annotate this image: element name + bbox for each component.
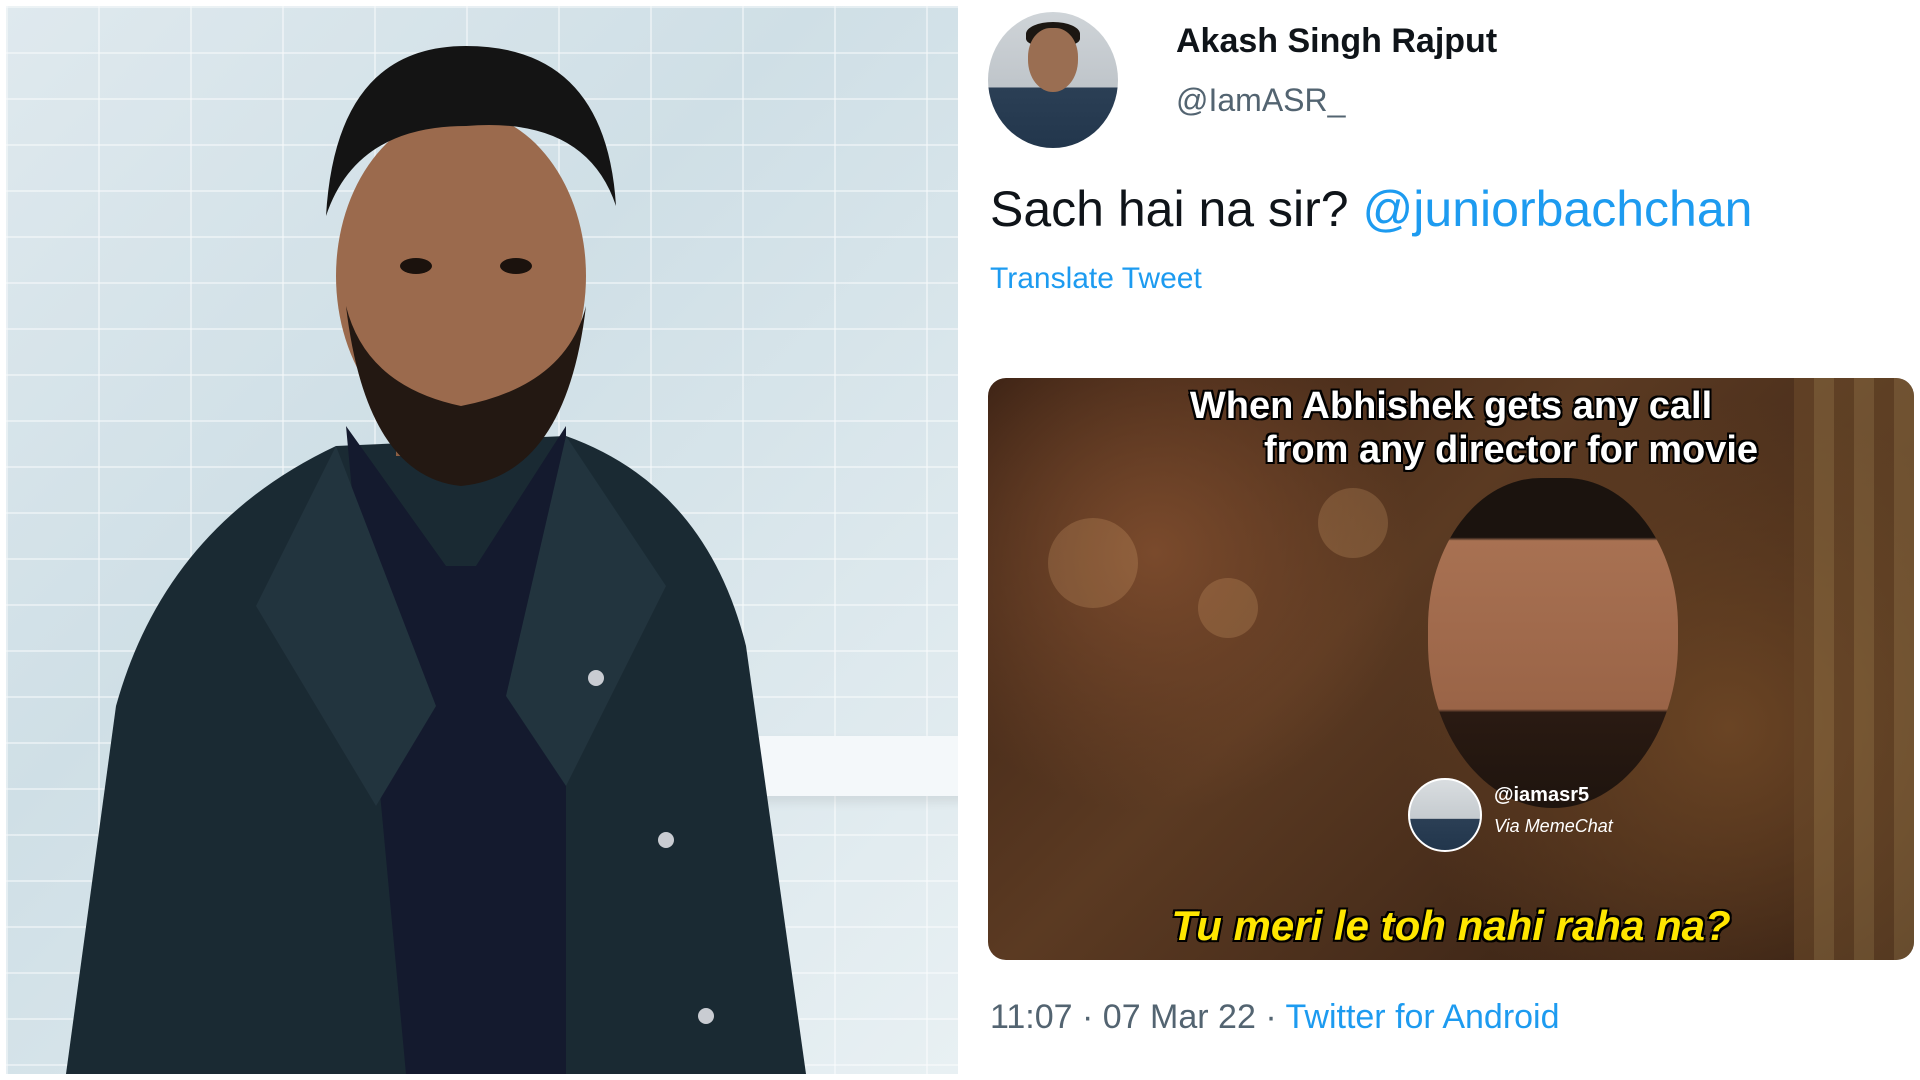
meme-face: [1428, 478, 1678, 808]
display-name[interactable]: Akash Singh Rajput: [1176, 22, 1497, 61]
tweet-media-image[interactable]: When Abhishek gets any call from any dir…: [988, 378, 1914, 960]
meme-caption-line1: When Abhishek gets any call: [1189, 385, 1713, 427]
bokeh-light: [1048, 518, 1138, 608]
watermark-via: Via MemeChat: [1494, 816, 1613, 836]
meme-caption-line2: from any director for movie: [1263, 429, 1759, 471]
meme-top-caption: When Abhishek gets any call from any dir…: [988, 384, 1914, 472]
mention-link[interactable]: @juniorbachchan: [1363, 181, 1753, 237]
bokeh-light: [1198, 578, 1258, 638]
meta-separator: ·: [1265, 998, 1286, 1036]
avatar-head: [1028, 28, 1078, 92]
meme-bottom-caption: Tu meri le toh nahi raha na?: [1171, 902, 1731, 949]
watermark-handle: @iamasr5: [1494, 784, 1590, 806]
tweet-text: Sach hai na sir? @juniorbachchan: [990, 180, 1752, 238]
user-handle[interactable]: @IamASR_: [1176, 82, 1345, 119]
watermark-avatar: [1408, 778, 1482, 852]
meme-watermark: @iamasr5 Via MemeChat: [1408, 778, 1668, 852]
bokeh-light: [1318, 488, 1388, 558]
avatar[interactable]: [988, 12, 1118, 148]
tweet-card: Akash Singh Rajput @IamASR_ Sach hai na …: [964, 0, 1920, 1080]
man-in-suit-illustration: [66, 46, 806, 1074]
tweet-date[interactable]: 07 Mar 22: [1103, 998, 1256, 1036]
translate-tweet-link[interactable]: Translate Tweet: [990, 262, 1202, 296]
tweet-body: Sach hai na sir?: [990, 181, 1349, 237]
tweet-time[interactable]: 11:07: [990, 998, 1073, 1036]
meta-separator: ·: [1082, 998, 1103, 1036]
screenshot-frame: Akash Singh Rajput @IamASR_ Sach hai na …: [0, 0, 1920, 1080]
tweet-meta: 11:07 · 07 Mar 22 · Twitter for Android: [990, 998, 1560, 1037]
portrait-photo: [6, 6, 958, 1074]
tweet-source[interactable]: Twitter for Android: [1286, 998, 1560, 1036]
